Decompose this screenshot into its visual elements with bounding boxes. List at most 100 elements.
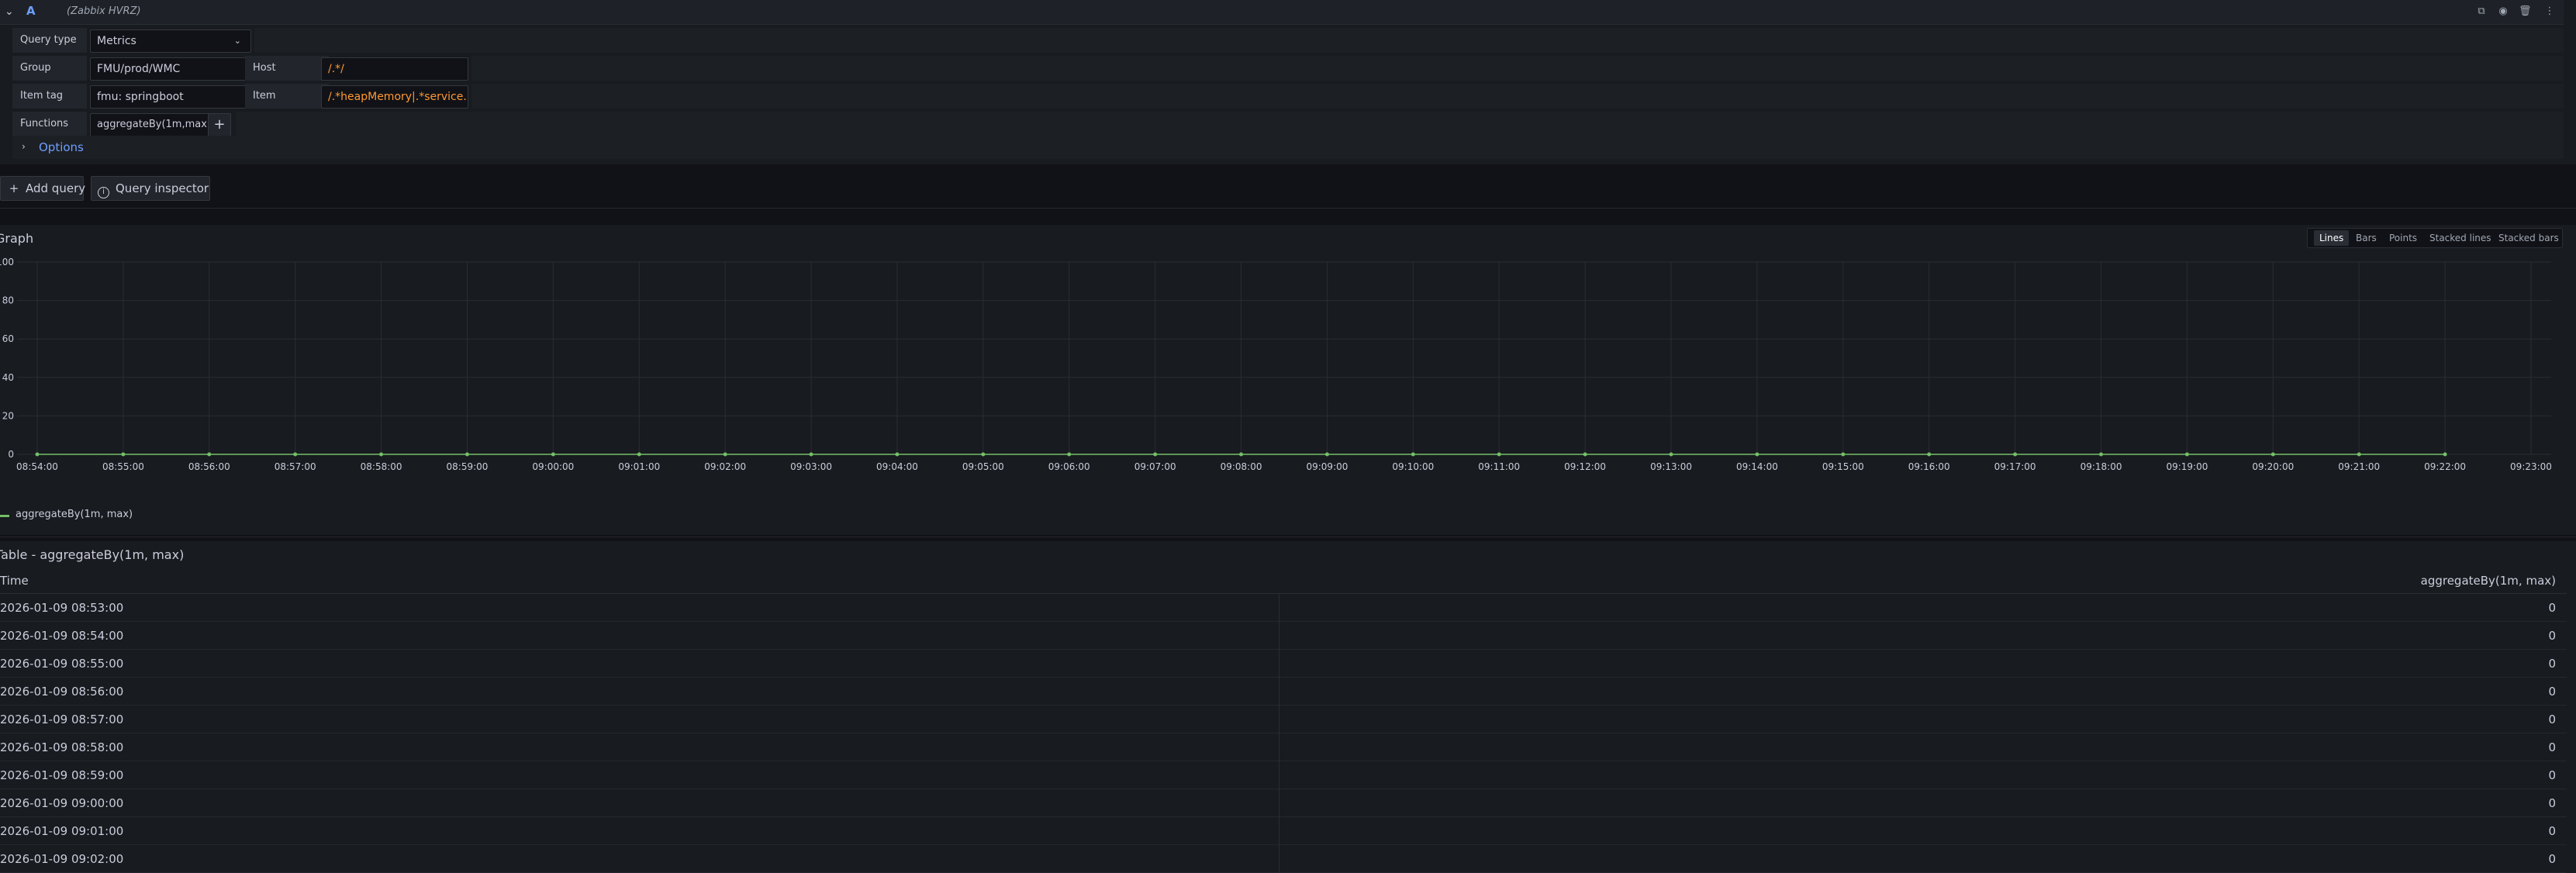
duplicate-icon[interactable]: ⧉ — [2475, 5, 2488, 18]
x-tick-label: 09:16:00 — [1908, 461, 1950, 472]
item-input[interactable]: /.*heapMemory|.*service. — [321, 85, 468, 109]
cell-time: 2026-01-09 08:59:00 — [0, 768, 124, 782]
chevron-down-icon[interactable]: ⌄ — [5, 5, 14, 18]
cell-time: 2026-01-09 08:57:00 — [0, 713, 124, 726]
x-tick-label: 09:15:00 — [1822, 461, 1864, 472]
table-body: 2026-01-09 08:53:00 0 2026-01-09 08:54:00 0… — [0, 594, 2567, 873]
table-row: 2026-01-09 09:02:00 0 — [0, 845, 2567, 873]
data-point[interactable] — [1583, 452, 1587, 457]
data-point[interactable] — [2443, 452, 2447, 457]
table-panel: Table - aggregateBy(1m, max) Time aggreg… — [0, 541, 2576, 873]
cell-value: 0 — [2548, 768, 2556, 782]
x-tick-label: 09:02:00 — [704, 461, 746, 472]
data-point[interactable] — [637, 452, 641, 457]
data-point[interactable] — [1067, 452, 1072, 457]
query-name[interactable]: A — [26, 4, 36, 18]
query-editor: ⌄ A (Zabbix HVRZ) ⧉ ◉ 🗑 ⋮ Query type Met… — [0, 0, 2576, 164]
x-tick-label: 09:08:00 — [1221, 461, 1262, 472]
data-point[interactable] — [2357, 452, 2361, 457]
mode-stacked-bars[interactable]: Stacked bars — [2493, 230, 2564, 246]
query-inspector-button[interactable]: i Query inspector — [91, 176, 210, 201]
host-input[interactable]: /.*/ — [321, 57, 468, 81]
query-type-select[interactable]: Metrics ⌄ — [90, 29, 251, 53]
data-point[interactable] — [1324, 452, 1329, 457]
column-header-time[interactable]: Time — [0, 574, 29, 588]
mode-lines[interactable]: Lines — [2314, 230, 2350, 246]
line-chart[interactable]: 0 20 40 60 80 100 08:54:00 08:55:00 08:56:00 08:5… — [0, 256, 2576, 504]
drag-handle-icon[interactable]: ⋮ — [2543, 5, 2556, 18]
data-point[interactable] — [1239, 452, 1244, 457]
x-tick-label: 09:06:00 — [1048, 461, 1090, 472]
y-tick-label: 20 — [2, 410, 14, 421]
item-tag-label: Item tag — [12, 84, 87, 109]
options-toggle[interactable]: › Options — [12, 136, 2564, 159]
x-tick-label: 09:11:00 — [1478, 461, 1520, 472]
cell-time: 2026-01-09 09:01:00 — [0, 824, 124, 838]
query-type-row: Query type Metrics ⌄ — [12, 28, 2564, 53]
item-tag-input[interactable]: fmu: springboot — [90, 85, 251, 109]
function-chip[interactable]: aggregateBy(1m,max) — [90, 113, 218, 136]
add-function-button[interactable]: + — [208, 113, 231, 136]
column-header-value[interactable]: aggregateBy(1m, max) — [2421, 574, 2556, 588]
data-point[interactable] — [293, 452, 298, 457]
item-label: Item — [245, 84, 329, 109]
chevron-down-icon: ⌄ — [233, 36, 241, 46]
data-point[interactable] — [1411, 452, 1415, 457]
mode-bars[interactable]: Bars — [2350, 230, 2382, 246]
data-point[interactable] — [464, 452, 469, 457]
data-point[interactable] — [1497, 452, 1501, 457]
table-row: 2026-01-09 08:57:00 0 — [0, 706, 2567, 733]
query-header[interactable]: ⌄ A (Zabbix HVRZ) ⧉ ◉ 🗑 ⋮ — [0, 0, 2564, 25]
cell-time: 2026-01-09 08:56:00 — [0, 685, 124, 699]
data-point[interactable] — [551, 452, 555, 457]
x-tick-label: 08:56:00 — [188, 461, 230, 472]
cell-time: 2026-01-09 09:00:00 — [0, 796, 124, 810]
data-point[interactable] — [1153, 452, 1158, 457]
data-point[interactable] — [379, 452, 384, 457]
data-point[interactable] — [2013, 452, 2018, 457]
x-tick-label: 09:21:00 — [2338, 461, 2380, 472]
x-tick-label: 09:12:00 — [1564, 461, 1606, 472]
data-point[interactable] — [809, 452, 813, 457]
cell-value: 0 — [2548, 824, 2556, 838]
x-tick-label: 08:55:00 — [102, 461, 144, 472]
query-type-value: Metrics — [97, 35, 136, 47]
data-point[interactable] — [207, 452, 212, 457]
data-point[interactable] — [895, 452, 900, 457]
y-tick-label: 100 — [0, 257, 14, 267]
data-point[interactable] — [981, 452, 986, 457]
chevron-right-icon: › — [22, 141, 26, 152]
eye-icon[interactable]: ◉ — [2497, 5, 2509, 18]
data-point[interactable] — [1755, 452, 1759, 457]
cell-value: 0 — [2548, 657, 2556, 671]
x-tick-label: 09:09:00 — [1306, 461, 1348, 472]
data-point[interactable] — [723, 452, 727, 457]
legend-label[interactable]: aggregateBy(1m, max) — [16, 509, 133, 520]
data-point[interactable] — [1841, 452, 1846, 457]
mode-stacked-lines[interactable]: Stacked lines — [2424, 230, 2497, 246]
trash-icon[interactable]: 🗑 — [2519, 5, 2532, 18]
x-tick-label: 09:22:00 — [2424, 461, 2466, 472]
data-point[interactable] — [1669, 452, 1673, 457]
table-row: 2026-01-09 08:58:00 0 — [0, 733, 2567, 761]
data-point[interactable] — [2099, 452, 2104, 457]
data-point[interactable] — [121, 452, 126, 457]
x-tick-label: 09:10:00 — [1392, 461, 1434, 472]
x-tick-label: 08:58:00 — [361, 461, 402, 472]
data-point[interactable] — [35, 452, 40, 457]
add-query-button[interactable]: + Add query — [0, 176, 86, 201]
y-tick-label: 40 — [2, 372, 14, 383]
data-point[interactable] — [1927, 452, 1932, 457]
graph-mode-switch: Lines Bars Points Stacked lines Stacked … — [2307, 228, 2563, 248]
data-point[interactable] — [2270, 452, 2275, 457]
add-query-label: Add query — [26, 181, 86, 195]
data-point[interactable] — [2184, 452, 2189, 457]
x-tick-label: 08:59:00 — [447, 461, 489, 472]
group-input[interactable]: FMU/prod/WMC — [90, 57, 251, 81]
x-tick-label: 09:00:00 — [532, 461, 574, 472]
graph-title: Graph — [0, 231, 34, 246]
y-tick-label: 0 — [8, 449, 14, 460]
mode-points[interactable]: Points — [2384, 230, 2422, 246]
functions-row: Functions aggregateBy(1m,max) + — [12, 112, 2564, 136]
options-label: Options — [39, 140, 84, 154]
